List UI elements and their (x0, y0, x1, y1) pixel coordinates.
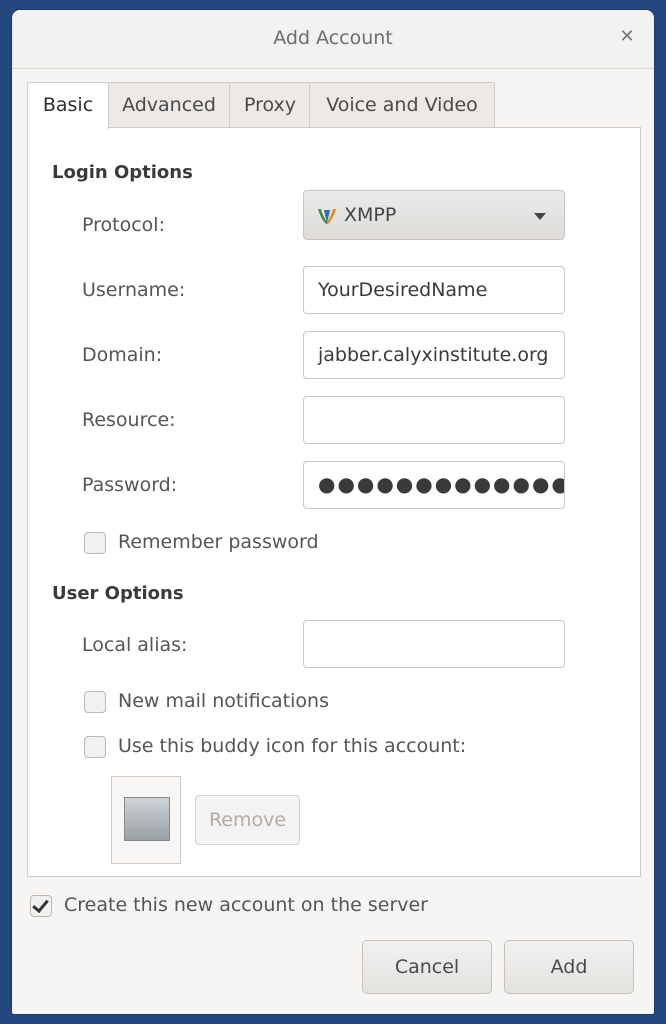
protocol-select[interactable]: XMPP (303, 190, 565, 240)
remember-password-label: Remember password (118, 531, 319, 553)
domain-input[interactable]: jabber.calyxinstitute.org (303, 331, 565, 379)
buddy-icon-button[interactable] (111, 776, 181, 864)
resource-input[interactable] (303, 396, 565, 444)
domain-value: jabber.calyxinstitute.org (318, 344, 549, 366)
password-input[interactable]: ●●●●●●●●●●●●● (303, 461, 565, 509)
remove-button[interactable]: Remove (195, 795, 300, 845)
tab-voice-and-video[interactable]: Voice and Video (309, 82, 495, 127)
add-account-dialog: Add Account ✕ Basic Advanced Proxy Voice… (12, 10, 654, 1014)
remember-password-checkbox[interactable] (84, 532, 106, 554)
add-button[interactable]: Add (504, 940, 634, 994)
login-options-heading: Login Options (52, 162, 193, 183)
cancel-button[interactable]: Cancel (362, 940, 492, 994)
chevron-down-icon (534, 213, 546, 220)
basic-tab-panel: Login Options Protocol: XMPP Username: Y… (27, 127, 641, 877)
local-alias-label: Local alias: (82, 634, 188, 656)
password-value: ●●●●●●●●●●●●● (318, 472, 565, 496)
buddy-picture-icon (124, 797, 170, 841)
close-icon: ✕ (619, 26, 635, 47)
close-button[interactable]: ✕ (616, 26, 638, 48)
window-title: Add Account (273, 27, 393, 49)
checkmark-icon (32, 895, 49, 914)
tab-proxy[interactable]: Proxy (229, 82, 311, 127)
password-label: Password: (82, 474, 178, 496)
user-options-heading: User Options (52, 583, 184, 604)
username-input[interactable]: YourDesiredName (303, 266, 565, 314)
username-value: YourDesiredName (318, 279, 488, 301)
new-mail-checkbox[interactable] (84, 691, 106, 713)
xmpp-protocol-icon (318, 209, 336, 224)
domain-label: Domain: (82, 344, 163, 366)
buddy-icon-label: Use this buddy icon for this account: (118, 735, 467, 757)
resource-label: Resource: (82, 409, 176, 431)
titlebar: Add Account ✕ (12, 10, 654, 69)
create-on-server-checkbox[interactable] (30, 895, 52, 917)
local-alias-input[interactable] (303, 620, 565, 668)
buddy-icon-checkbox[interactable] (84, 736, 106, 758)
create-on-server-label: Create this new account on the server (64, 894, 428, 916)
tab-advanced[interactable]: Advanced (107, 82, 231, 127)
protocol-label: Protocol: (82, 214, 165, 236)
tab-basic[interactable]: Basic (27, 82, 109, 129)
protocol-value: XMPP (344, 204, 397, 226)
username-label: Username: (82, 279, 186, 301)
new-mail-label: New mail notifications (118, 690, 329, 712)
